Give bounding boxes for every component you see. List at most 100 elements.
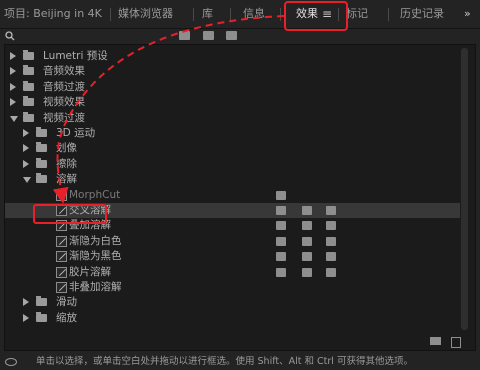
32bit-badge-icon: [302, 267, 312, 277]
tree-item-label: 渐隐为黑色: [69, 250, 122, 263]
tab-1[interactable]: 媒体浏览器: [118, 0, 173, 28]
expanded-arrow-icon[interactable]: [10, 115, 18, 122]
folder-icon: [23, 96, 34, 107]
transition-icon: [56, 189, 67, 201]
search-input[interactable]: [0, 29, 178, 42]
folder-icon: [36, 142, 47, 153]
32bit-badge-icon: [302, 206, 312, 215]
tree-folder-row[interactable]: 缩放: [5, 311, 460, 326]
tab-6[interactable]: 历史记录: [400, 0, 444, 28]
search-bar: [0, 29, 480, 43]
tab-2[interactable]: 库: [202, 0, 213, 28]
tree-item-label: 音频过渡: [43, 80, 85, 93]
tree-effect-row[interactable]: 渐隐为白色: [5, 234, 460, 249]
tree-folder-row[interactable]: 视频效果: [5, 95, 460, 110]
tree-folder-row[interactable]: 溶解: [5, 172, 460, 187]
tree-folder-row[interactable]: 滑动: [5, 295, 460, 310]
accelerated-badge-icon: [276, 236, 286, 246]
tab-separator: [110, 8, 111, 21]
tab-separator: [230, 8, 231, 21]
yuv-filter-icon[interactable]: [226, 31, 237, 40]
tree-item-label: 渐隐为白色: [69, 234, 122, 247]
tree-item-label: 非叠加溶解: [69, 281, 122, 293]
accelerated-badge-icon: [276, 221, 286, 231]
folder-icon: [36, 296, 47, 307]
yuv-badge-icon: [326, 252, 336, 262]
tab-separator: [193, 8, 194, 21]
yuv-badge-icon: [326, 267, 336, 277]
tree-effect-row[interactable]: MorphCut: [5, 188, 460, 203]
tree-folder-row[interactable]: 擦除: [5, 157, 460, 172]
tab-separator: [388, 8, 389, 21]
tree-item-label: 溶解: [56, 173, 77, 186]
transition-icon: [56, 282, 67, 293]
tab-5[interactable]: 标记: [346, 0, 368, 28]
panel-tab-bar: 项目: Beijing in 4K 媒体浏览器库信息 效果 标记 历史记录 ≡ »: [0, 0, 480, 29]
folder-icon: [36, 157, 47, 168]
accelerated-effects-filter-icon[interactable]: [179, 31, 190, 40]
32bit-badge-icon: [302, 252, 312, 262]
32bit-filter-icon[interactable]: [203, 31, 214, 40]
tree-folder-row[interactable]: 音频效果: [5, 64, 460, 79]
tree-folder-row[interactable]: Lumetri 预设: [5, 49, 460, 64]
tree-item-label: 擦除: [56, 157, 77, 170]
accelerated-badge-icon: [276, 206, 286, 215]
expanded-arrow-icon[interactable]: [23, 177, 31, 184]
yuv-badge-icon: [326, 221, 336, 231]
tree-folder-row[interactable]: 音频过渡: [5, 80, 460, 95]
tree-item-label: 3D 运动: [56, 127, 96, 139]
status-text: 单击以选择，或单击空白处并拖动以进行框选。使用 Shift、Alt 和 Ctrl…: [36, 356, 413, 367]
new-bin-icon[interactable]: [430, 337, 441, 345]
status-bar: 单击以选择，或单击空白处并拖动以进行框选。使用 Shift、Alt 和 Ctrl…: [0, 353, 480, 370]
tree-item-label: 视频效果: [43, 96, 85, 109]
tree-folder-row[interactable]: 划像: [5, 141, 460, 156]
folder-icon: [36, 173, 47, 184]
tree-folder-row[interactable]: 3D 运动: [5, 126, 460, 141]
collapsed-arrow-icon[interactable]: [23, 144, 29, 153]
collapsed-arrow-icon[interactable]: [10, 82, 16, 91]
scrollbar-thumb[interactable]: [461, 48, 468, 330]
delete-icon[interactable]: [451, 337, 461, 348]
effects-tab-highlight: [284, 1, 348, 31]
folder-icon: [23, 80, 34, 91]
folder-icon: [36, 127, 47, 137]
tab-separator: [280, 8, 281, 21]
transition-icon: [56, 266, 67, 278]
yuv-badge-icon: [326, 206, 336, 215]
transition-icon: [56, 235, 67, 247]
transition-icon: [56, 251, 67, 263]
32bit-badge-icon: [302, 221, 312, 231]
folder-icon: [23, 65, 34, 76]
accelerated-badge-icon: [276, 267, 286, 277]
eye-icon: [5, 358, 17, 366]
tree-item-label: 缩放: [56, 311, 77, 324]
tree-item-label: 划像: [56, 142, 77, 155]
collapsed-arrow-icon[interactable]: [23, 159, 29, 168]
collapsed-arrow-icon[interactable]: [23, 298, 29, 307]
tree-item-label: 胶片溶解: [69, 265, 111, 278]
accelerated-badge-icon: [276, 252, 286, 262]
tree-item-label: 视频过渡: [43, 111, 85, 124]
tab-0[interactable]: 项目: Beijing in 4K: [4, 0, 102, 28]
folder-icon: [23, 111, 34, 122]
yuv-badge-icon: [326, 236, 336, 246]
tree-item-label: 音频效果: [43, 65, 85, 78]
cross-dissolve-highlight: [33, 204, 107, 224]
collapsed-arrow-icon[interactable]: [23, 313, 29, 322]
tree-effect-row[interactable]: 非叠加溶解: [5, 280, 460, 295]
tree-effect-row[interactable]: 胶片溶解: [5, 265, 460, 280]
collapsed-arrow-icon[interactable]: [10, 52, 16, 60]
collapsed-arrow-icon[interactable]: [10, 98, 16, 107]
collapsed-arrow-icon[interactable]: [10, 67, 16, 76]
folder-icon: [23, 50, 34, 60]
tree-item-label: MorphCut: [69, 188, 121, 201]
tab-3[interactable]: 信息: [243, 0, 265, 28]
tree-item-label: Lumetri 预设: [43, 50, 108, 62]
32bit-badge-icon: [302, 236, 312, 246]
tree-effect-row[interactable]: 渐隐为黑色: [5, 249, 460, 264]
tab-overflow-icon[interactable]: »: [464, 0, 471, 28]
folder-icon: [36, 311, 47, 322]
accelerated-badge-icon: [276, 190, 286, 200]
collapsed-arrow-icon[interactable]: [23, 129, 29, 137]
tree-folder-row[interactable]: 视频过渡: [5, 111, 460, 126]
